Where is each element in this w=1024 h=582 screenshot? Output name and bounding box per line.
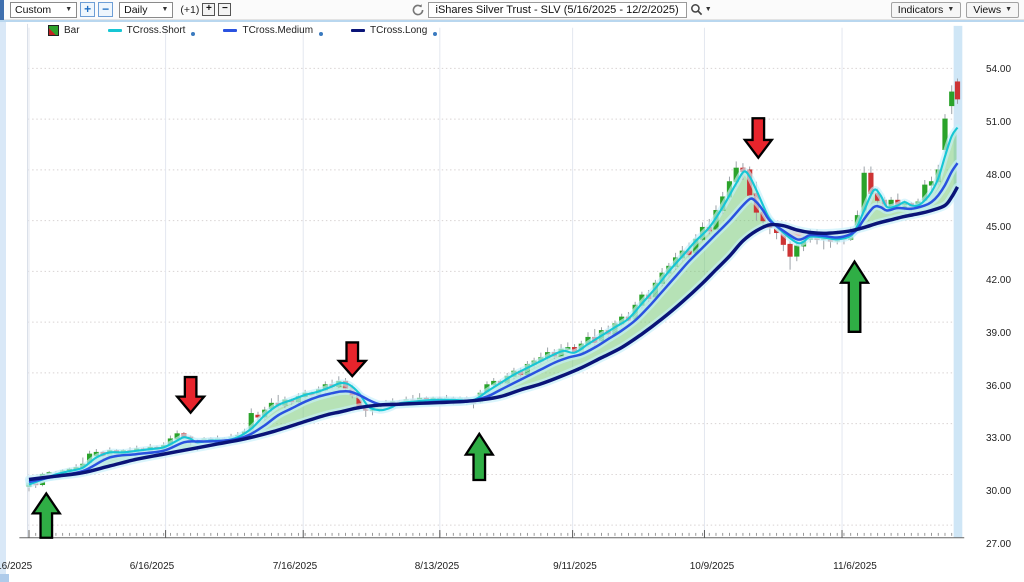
- charting-app-window: Custom ▼ + − Daily ▼ (+1) + − iShares Si…: [0, 0, 1024, 582]
- y-axis-tick-label: 45.00: [986, 222, 1012, 233]
- remove-bar-button[interactable]: −: [218, 3, 232, 16]
- interval-select-value: Daily: [124, 3, 148, 16]
- legend-item-label: TCross.Short: [126, 25, 186, 36]
- legend-settings-dot[interactable]: [191, 31, 196, 36]
- symbol-title: iShares Silver Trust - SLV (5/16/2025 - …: [435, 3, 679, 16]
- legend-item-label: TCross.Long: [370, 25, 428, 36]
- legend-item-tcross-short[interactable]: TCross.Short: [107, 25, 196, 36]
- legend-settings-dot[interactable]: [433, 31, 438, 36]
- legend-item-bar[interactable]: Bar: [48, 25, 80, 36]
- chart-legend: Bar TCross.Short TCross.Medium TCross.Long: [48, 25, 438, 36]
- x-axis-tick-label: 8/13/2025: [414, 561, 460, 572]
- refresh-icon: [412, 3, 423, 15]
- y-axis-tick-label: 39.00: [986, 328, 1012, 339]
- window-accent-bar: [0, 0, 4, 20]
- refresh-button[interactable]: [411, 3, 425, 17]
- sell-signal-arrow: [174, 375, 207, 415]
- y-axis-tick-label: 42.00: [986, 275, 1012, 286]
- y-axis-tick-label: 48.00: [986, 170, 1012, 181]
- legend-item-label: TCross.Medium: [242, 25, 314, 36]
- chevron-down-icon: ▼: [947, 6, 955, 13]
- series-tcross-medium: [28, 162, 959, 484]
- line-swatch-icon: [107, 29, 122, 32]
- chart-region: Bar TCross.Short TCross.Medium TCross.Long …: [0, 22, 1024, 582]
- range-select[interactable]: Custom ▼: [10, 1, 78, 18]
- y-axis-tick-label: 33.00: [986, 433, 1012, 444]
- legend-item-tcross-medium[interactable]: TCross.Medium: [223, 25, 324, 36]
- x-axis: [19, 530, 965, 539]
- candles-layer: [26, 78, 961, 492]
- symbol-search-box[interactable]: iShares Silver Trust - SLV (5/16/2025 - …: [427, 1, 687, 18]
- sell-signal-arrow: [336, 341, 369, 378]
- y-axis-tick-label: 54.00: [986, 64, 1012, 75]
- buy-signal-arrow: [30, 491, 62, 539]
- legend-settings-dot[interactable]: [319, 31, 324, 36]
- y-axis-tick-label: 27.00: [986, 539, 1012, 550]
- tcross-band: [28, 128, 957, 485]
- x-axis-tick-label: 5/16/2025: [0, 561, 33, 572]
- legend-item-label: Bar: [64, 25, 80, 36]
- line-halos: [24, 124, 962, 488]
- x-axis-tick-label: 11/6/2025: [833, 561, 877, 572]
- chevron-down-icon: ▼: [1005, 6, 1013, 13]
- tcross-lines: [28, 126, 960, 486]
- x-axis-tick-label: 9/11/2025: [553, 561, 597, 572]
- zoom-in-button[interactable]: +: [80, 2, 96, 17]
- sell-signal-arrow: [742, 117, 775, 160]
- toolbar: Custom ▼ + − Daily ▼ (+1) + − iShares Si…: [0, 0, 1024, 20]
- x-axis-tick-label: 6/16/2025: [129, 561, 175, 572]
- series-tcross-short: [28, 126, 959, 486]
- views-button-label: Views: [973, 3, 1002, 16]
- gridlines: [27, 23, 958, 538]
- y-axis-tick-label: 51.00: [986, 117, 1012, 128]
- indicators-button[interactable]: Indicators ▼: [890, 1, 962, 18]
- bar-swatch-icon: [48, 25, 59, 36]
- legend-item-tcross-long[interactable]: TCross.Long: [351, 25, 438, 36]
- buy-signal-arrow: [838, 259, 871, 333]
- line-swatch-icon: [351, 29, 366, 32]
- add-bar-button[interactable]: +: [202, 3, 216, 16]
- zoom-out-button[interactable]: −: [98, 2, 114, 17]
- bars-offset-label: (+1): [180, 3, 200, 16]
- chevron-down-icon: ▼: [704, 6, 712, 13]
- indicators-button-label: Indicators: [897, 3, 944, 16]
- views-button[interactable]: Views ▼: [966, 1, 1020, 18]
- line-swatch-icon: [223, 29, 238, 32]
- chevron-down-icon: ▼: [65, 6, 73, 13]
- price-chart-plot[interactable]: [0, 22, 1024, 582]
- y-axis-tick-label: 30.00: [986, 486, 1012, 497]
- search-icon: [690, 4, 702, 16]
- search-button[interactable]: ▼: [690, 3, 712, 16]
- x-axis-tick-label: 7/16/2025: [272, 561, 318, 572]
- range-select-value: Custom: [15, 3, 52, 16]
- buy-signal-arrow: [463, 431, 495, 482]
- chevron-down-icon: ▼: [161, 6, 169, 13]
- interval-select[interactable]: Daily ▼: [119, 1, 174, 18]
- y-axis-tick-label: 36.00: [986, 381, 1012, 392]
- x-axis-tick-label: 10/9/2025: [689, 561, 735, 572]
